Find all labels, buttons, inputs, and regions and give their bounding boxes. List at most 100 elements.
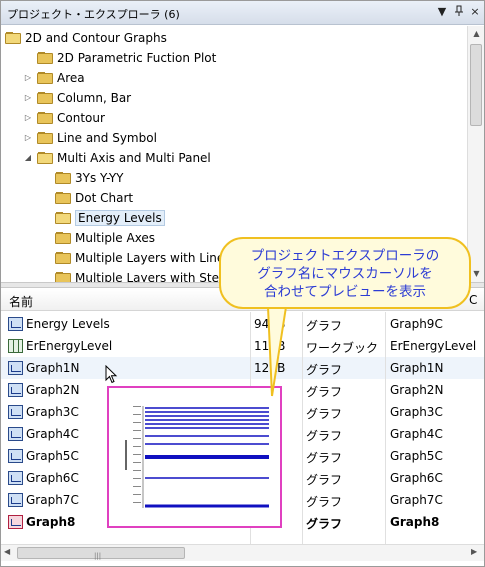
tree-item[interactable]: 2D and Contour Graphs xyxy=(5,28,167,48)
cell-name: Energy Levels xyxy=(26,317,110,331)
cell-type: グラフ xyxy=(306,473,343,487)
scroll-left-icon[interactable]: ◀ xyxy=(4,547,10,556)
cell-type: グラフ xyxy=(306,363,343,377)
tooltip-callout: プロジェクトエクスプローラの グラフ名にマウスカーソルを 合わせてプレビューを表… xyxy=(219,237,471,309)
panel-title: プロジェクト・エクスプローラ (6) xyxy=(7,8,180,21)
cell-type: グラフ xyxy=(306,429,343,443)
graph-icon xyxy=(8,383,23,397)
list-row[interactable]: Graph1N 12KB グラフ Graph1N xyxy=(1,357,484,379)
folder-icon xyxy=(55,272,71,282)
cell-name: Graph8 xyxy=(26,515,76,529)
expand-arrow-icon[interactable]: ▷ xyxy=(23,73,33,83)
expand-arrow-icon[interactable]: ▷ xyxy=(23,93,33,103)
graph-icon xyxy=(8,405,23,419)
graph-icon xyxy=(8,449,23,463)
tree-item-label: Contour xyxy=(57,111,105,125)
folder-icon xyxy=(55,172,71,184)
folder-icon xyxy=(55,192,71,204)
tree-item-label: Dot Chart xyxy=(75,191,134,205)
preview-tick xyxy=(133,422,141,423)
cell-name: Graph6C xyxy=(26,471,79,485)
tree-item-label: Multiple Layers with Step xyxy=(75,271,227,282)
folder-icon xyxy=(55,252,71,264)
close-icon[interactable]: × xyxy=(468,5,482,19)
tree-item-label: 2D and Contour Graphs xyxy=(25,31,167,45)
list-row[interactable]: Energy Levels94KBグラフGraph9C xyxy=(1,313,484,335)
folder-icon xyxy=(37,112,53,124)
cell-short-name: Graph4C xyxy=(390,427,443,441)
tree-item[interactable]: ◢ Multi Axis and Multi Panel xyxy=(23,148,211,168)
tree-vertical-scrollbar[interactable]: ▲ ▼ xyxy=(467,26,484,282)
cell-type: グラフ xyxy=(306,407,343,421)
scroll-thumb[interactable] xyxy=(470,44,482,126)
cell-type: グラフ xyxy=(306,451,343,465)
callout-line: 合わせてプレビューを表示 xyxy=(264,284,426,300)
graph-preview-thumbnail xyxy=(125,406,269,508)
tree-item[interactable]: Multiple Layers with Step xyxy=(41,268,227,282)
cell-type: グラフ xyxy=(306,319,343,333)
dropdown-icon[interactable]: ▼ xyxy=(435,5,449,19)
graph-icon xyxy=(8,471,23,485)
folder-icon xyxy=(5,32,21,44)
tree-item[interactable]: ▷ Line and Symbol xyxy=(23,128,157,148)
tree-item[interactable]: 2D Parametric Fuction Plot xyxy=(23,48,216,68)
column-divider xyxy=(302,312,303,544)
scroll-right-icon[interactable]: ▶ xyxy=(471,547,477,556)
cell-type: グラフ xyxy=(306,495,343,509)
scroll-grip-icon: ||| xyxy=(94,552,102,560)
preview-tick xyxy=(133,478,141,479)
panel-titlebar: プロジェクト・エクスプローラ (6) ▼ × xyxy=(1,1,484,25)
pin-icon[interactable] xyxy=(452,5,466,19)
scroll-thumb[interactable]: ||| xyxy=(17,547,185,560)
graph-preview-popup xyxy=(107,386,282,528)
cell-name: ErEnergyLevel xyxy=(26,339,113,353)
callout-line: プロジェクトエクスプローラの xyxy=(250,248,440,264)
cell-short-name: ErEnergyLevel xyxy=(390,339,477,353)
column-divider xyxy=(385,312,386,544)
column-header-name[interactable]: 名前 xyxy=(9,293,33,310)
preview-tick xyxy=(133,438,141,439)
tree-item-label: Multi Axis and Multi Panel xyxy=(57,151,211,165)
graph-icon xyxy=(8,427,23,441)
expand-arrow-icon[interactable]: ▷ xyxy=(23,133,33,143)
tree-item[interactable]: 3Ys Y-YY xyxy=(41,168,124,188)
scroll-up-icon[interactable]: ▲ xyxy=(468,26,485,42)
cell-name: Graph4C xyxy=(26,427,79,441)
cell-type: グラフ xyxy=(306,517,343,531)
cell-short-name: Graph3C xyxy=(390,405,443,419)
workbook-icon xyxy=(8,339,23,353)
folder-icon xyxy=(37,52,53,64)
tree-item[interactable]: ▷ Contour xyxy=(23,108,105,128)
tree-item[interactable]: Energy Levels xyxy=(41,208,165,228)
preview-tick xyxy=(133,406,141,407)
tree-item[interactable]: ▷ Column, Bar xyxy=(23,88,131,108)
column-header-short-name[interactable]: C xyxy=(469,293,477,307)
list-row[interactable]: ErEnergyLevel11KBワークブックErEnergyLevel xyxy=(1,335,484,357)
cell-short-name: Graph5C xyxy=(390,449,443,463)
preview-tick xyxy=(133,430,141,431)
tree-item[interactable]: Multiple Axes xyxy=(41,228,155,248)
graph-icon xyxy=(8,361,23,375)
preview-tick xyxy=(133,462,141,463)
tree-item-label: Multiple Layers with Line P xyxy=(75,251,236,265)
cell-short-name: Graph7C xyxy=(390,493,443,507)
list-horizontal-scrollbar[interactable]: ◀ ||| ▶ xyxy=(1,544,484,561)
preview-tick xyxy=(133,470,141,471)
tree-item[interactable]: Multiple Layers with Line P xyxy=(41,248,235,268)
tree-item-label: 3Ys Y-YY xyxy=(75,171,124,185)
mouse-cursor-icon xyxy=(105,365,118,384)
folder-icon xyxy=(55,232,71,244)
tree-item-label: Area xyxy=(57,71,85,85)
tree-item[interactable]: ▷ Area xyxy=(23,68,85,88)
tree-item-label: Line and Symbol xyxy=(57,131,157,145)
tree-item[interactable]: Dot Chart xyxy=(41,188,133,208)
preview-axis-label xyxy=(125,440,127,470)
preview-tick xyxy=(133,502,141,503)
preview-tick xyxy=(133,494,141,495)
cell-name: Graph5C xyxy=(26,449,79,463)
expand-arrow-icon[interactable]: ▷ xyxy=(23,113,33,123)
folder-icon xyxy=(37,132,53,144)
collapse-arrow-icon[interactable]: ◢ xyxy=(23,153,33,163)
